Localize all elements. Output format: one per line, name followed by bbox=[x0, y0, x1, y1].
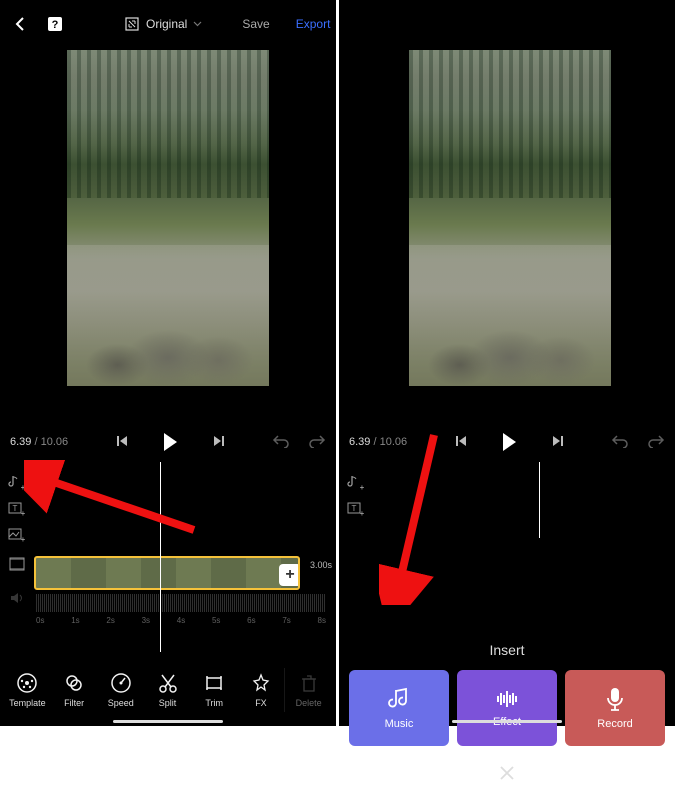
insert-title: Insert bbox=[339, 642, 675, 658]
svg-text:T: T bbox=[351, 504, 356, 513]
clip-duration-label: 3.00s bbox=[310, 560, 332, 570]
playback-bar: 6.39 / 10.06 bbox=[339, 422, 675, 462]
timeline-ruler: 0s 1s 2s 3s 4s 5s 6s 7s 8s bbox=[36, 616, 326, 630]
add-audio-track-icon[interactable]: + bbox=[345, 472, 367, 492]
prev-frame-icon[interactable] bbox=[116, 435, 128, 450]
record-card[interactable]: Record bbox=[565, 670, 665, 746]
next-frame-icon[interactable] bbox=[552, 435, 564, 450]
volume-icon[interactable] bbox=[6, 588, 28, 608]
time-display: 6.39 / 10.06 bbox=[10, 436, 68, 448]
template-button[interactable]: Template bbox=[4, 668, 51, 712]
editor-screen-right: 6.39 / 10.06 + T+ Insert bbox=[339, 0, 675, 726]
play-button[interactable] bbox=[503, 433, 516, 451]
home-indicator bbox=[113, 720, 223, 723]
next-frame-icon[interactable] bbox=[213, 435, 225, 450]
undo-icon[interactable] bbox=[611, 434, 629, 451]
prev-frame-icon[interactable] bbox=[455, 435, 467, 450]
add-text-track-icon[interactable]: T+ bbox=[345, 498, 367, 518]
home-indicator bbox=[452, 720, 562, 723]
timeline[interactable]: + T+ bbox=[339, 462, 675, 552]
redo-icon[interactable] bbox=[647, 434, 665, 451]
playhead[interactable] bbox=[539, 462, 540, 538]
undo-icon[interactable] bbox=[272, 434, 290, 451]
add-clip-button[interactable]: + bbox=[279, 564, 300, 586]
svg-text:T: T bbox=[12, 504, 17, 513]
top-bar: ? Original Save Export bbox=[0, 0, 336, 48]
playback-bar: 6.39 / 10.06 bbox=[0, 422, 336, 462]
chevron-down-icon bbox=[193, 21, 202, 27]
video-clip[interactable]: + bbox=[34, 556, 300, 590]
trim-button[interactable]: Trim bbox=[191, 668, 238, 712]
add-image-track-icon[interactable]: + bbox=[6, 524, 28, 544]
editor-screen-left: ? Original Save Export 6.39 / 10.06 bbox=[0, 0, 336, 726]
video-preview[interactable] bbox=[67, 50, 269, 386]
timeline[interactable]: + T+ + + 3.00s 0s 1s 2s 3s 4s 5s 6s 7s bbox=[0, 462, 336, 662]
music-card[interactable]: Music bbox=[349, 670, 449, 746]
audio-waveform bbox=[36, 594, 326, 612]
playhead[interactable] bbox=[160, 462, 161, 652]
aspect-ratio-selector[interactable]: Original bbox=[124, 16, 202, 32]
insert-cards: Music Effect Record bbox=[339, 670, 675, 746]
aspect-label: Original bbox=[146, 17, 187, 31]
help-icon[interactable]: ? bbox=[46, 15, 64, 33]
video-preview[interactable] bbox=[409, 50, 611, 386]
bottom-toolbar: Template Filter Speed Split Trim FX Dele… bbox=[0, 668, 336, 712]
save-button[interactable]: Save bbox=[242, 17, 269, 31]
speed-button[interactable]: Speed bbox=[97, 668, 144, 712]
export-button[interactable]: Export bbox=[296, 17, 331, 31]
time-display: 6.39 / 10.06 bbox=[349, 436, 407, 448]
redo-icon[interactable] bbox=[308, 434, 326, 451]
close-button[interactable] bbox=[339, 764, 675, 787]
add-audio-track-icon[interactable]: + bbox=[6, 472, 28, 492]
delete-button[interactable]: Delete bbox=[284, 668, 332, 712]
filter-button[interactable]: Filter bbox=[51, 668, 98, 712]
svg-text:?: ? bbox=[52, 19, 59, 31]
effect-card[interactable]: Effect bbox=[457, 670, 557, 746]
split-button[interactable]: Split bbox=[144, 668, 191, 712]
add-text-track-icon[interactable]: T+ bbox=[6, 498, 28, 518]
fx-button[interactable]: FX bbox=[238, 668, 285, 712]
add-clip-track-icon[interactable] bbox=[6, 554, 28, 574]
play-button[interactable] bbox=[164, 433, 177, 451]
back-icon[interactable] bbox=[14, 16, 26, 32]
